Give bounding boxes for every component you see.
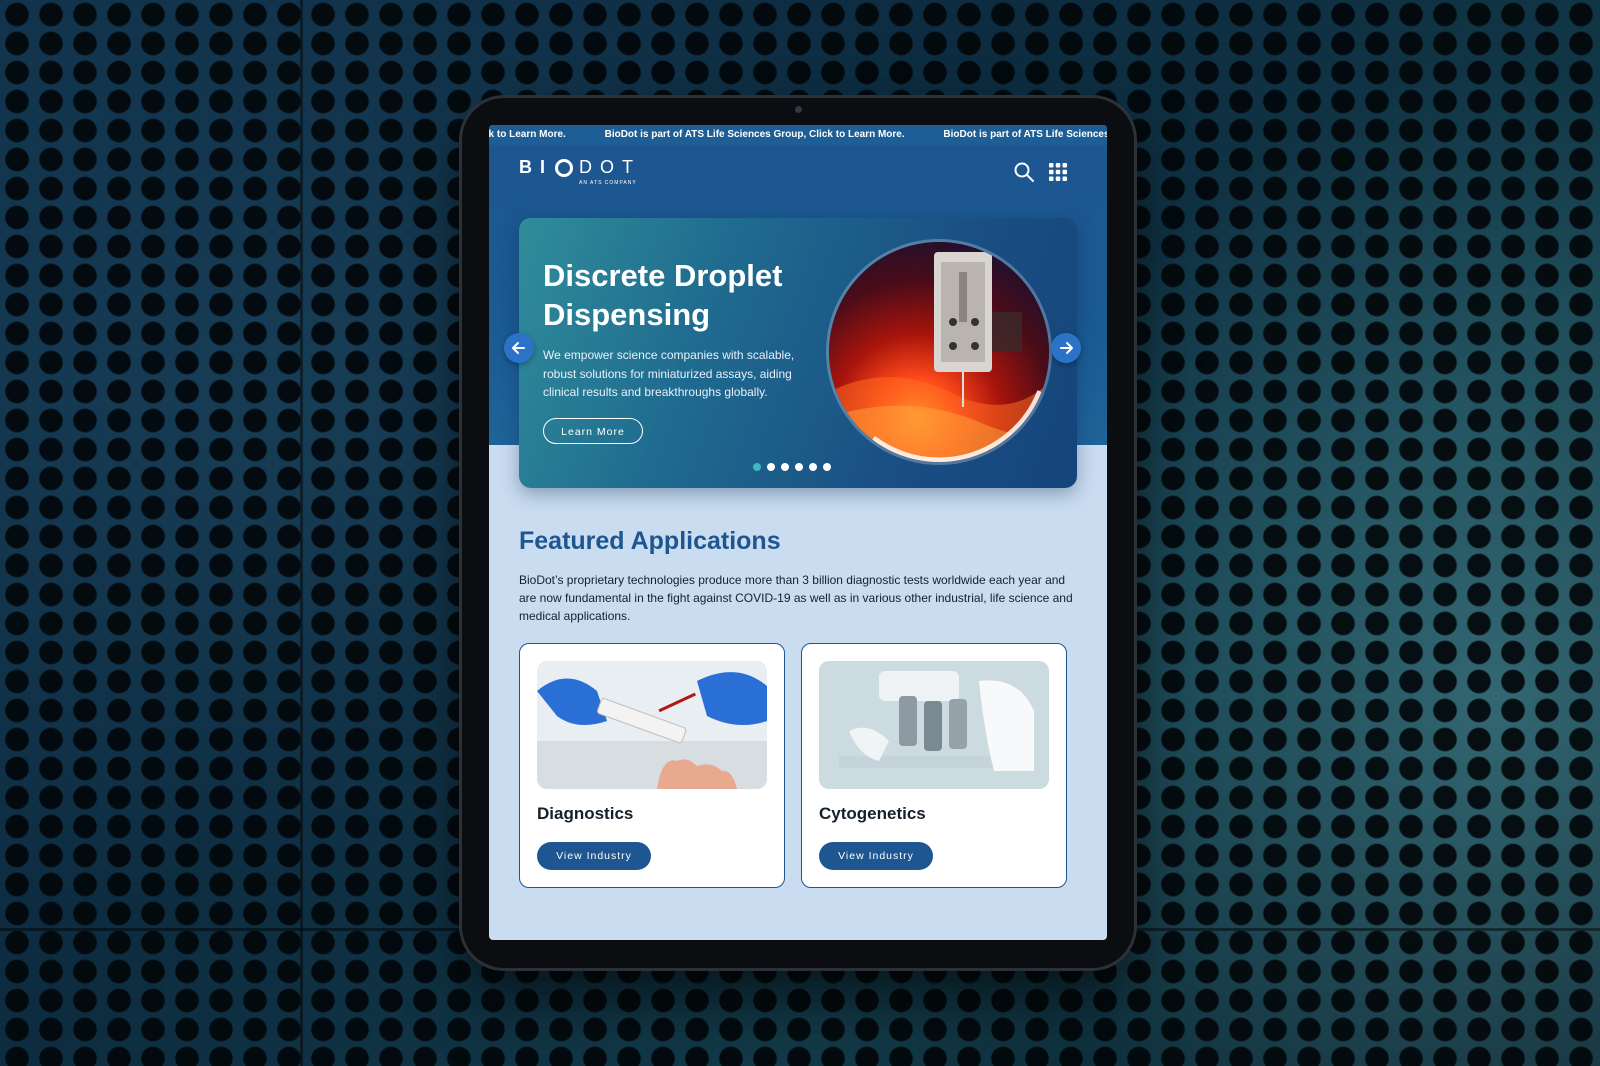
logo-text-right: DOT — [579, 157, 641, 177]
carousel-dot[interactable] — [767, 463, 775, 471]
search-icon — [1014, 162, 1034, 182]
application-card-cytogenetics[interactable]: Cytogenetics View Industry — [801, 643, 1067, 888]
hero-carousel-slide: Discrete Droplet Dispensing We empower s… — [519, 218, 1077, 488]
carousel-dots — [753, 458, 837, 471]
tablet-screen: ck to Learn More. BioDot is part of ATS … — [489, 125, 1107, 940]
diagnostics-image — [537, 661, 767, 789]
cytogenetics-photo — [819, 661, 1049, 789]
featured-applications-description: BioDot’s proprietary technologies produc… — [519, 573, 1073, 623]
ticker-item[interactable]: ck to Learn More. — [489, 129, 566, 140]
dispenser-illustration — [829, 242, 1049, 462]
learn-more-button[interactable]: Learn More — [543, 418, 643, 444]
carousel-next-button[interactable] — [1051, 333, 1081, 363]
carousel-dot[interactable] — [795, 463, 803, 471]
arrow-right-icon — [1060, 342, 1073, 354]
camera — [795, 106, 802, 113]
logo-text-left: BI — [519, 157, 553, 177]
tablet-device: ck to Learn More. BioDot is part of ATS … — [462, 98, 1134, 968]
carousel-prev-button[interactable] — [504, 333, 534, 363]
biodot-logo[interactable]: BI DOT AN ATS COMPANY — [519, 157, 641, 186]
cytogenetics-image — [819, 661, 1049, 789]
carousel-dot[interactable] — [809, 463, 817, 471]
announcement-ticker[interactable]: ck to Learn More. BioDot is part of ATS … — [489, 125, 1107, 146]
carousel-dot[interactable] — [823, 463, 831, 471]
logo-subtitle: AN ATS COMPANY — [579, 180, 637, 186]
arrow-left-icon — [512, 342, 525, 354]
card-title: Diagnostics — [537, 804, 634, 823]
app-grid-icon — [1049, 163, 1067, 181]
panel-seam — [300, 0, 303, 1066]
hero-title: Discrete Droplet Dispensing — [543, 258, 783, 332]
search-button[interactable] — [1013, 161, 1035, 183]
featured-applications-title: Featured Applications — [519, 527, 781, 555]
view-industry-button[interactable]: View Industry — [819, 842, 933, 870]
carousel-dot[interactable] — [753, 463, 761, 471]
carousel-dot[interactable] — [781, 463, 789, 471]
app-menu-button[interactable] — [1047, 161, 1069, 183]
dispensing-machine-image — [829, 242, 1049, 462]
application-card-diagnostics[interactable]: Diagnostics View Industry — [519, 643, 785, 888]
diagnostics-photo — [537, 661, 767, 789]
hero-description: We empower science companies with scalab… — [543, 348, 795, 399]
logo-ring-icon — [555, 159, 573, 177]
card-title: Cytogenetics — [819, 804, 926, 823]
ticker-item[interactable]: BioDot is part of ATS Life Sciences — [943, 129, 1107, 140]
ticker-item[interactable]: BioDot is part of ATS Life Sciences Grou… — [605, 129, 905, 140]
view-industry-button[interactable]: View Industry — [537, 842, 651, 870]
